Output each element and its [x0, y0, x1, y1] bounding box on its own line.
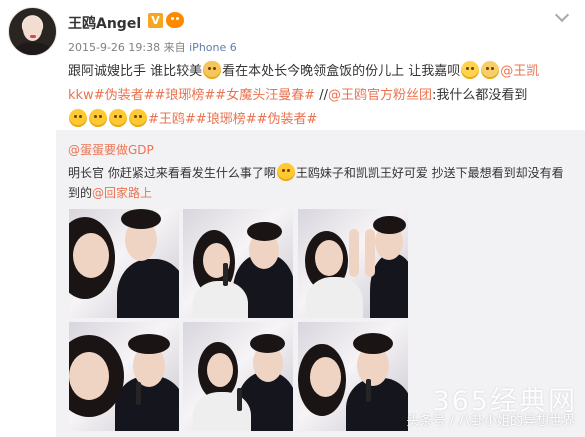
hashtag-link[interactable]: #伪装者# — [94, 88, 155, 103]
post-body: 跟阿诚嫂比手 谁比较美 看在本处长今晚领盒饭的份儿上 让我嘉呗 @王凯kkw#伪装者… — [68, 60, 574, 132]
emoji-icon — [109, 109, 127, 127]
mention-link[interactable]: @王鸥官方粉丝团 — [328, 88, 432, 103]
device-link[interactable]: iPhone 6 — [189, 41, 237, 54]
person-hair — [121, 209, 161, 229]
hashtag-link[interactable]: #女魔头汪曼春# — [215, 88, 315, 103]
chevron-down-icon[interactable] — [554, 7, 570, 23]
repost-author-link[interactable]: @蛋蛋要做GDP — [68, 141, 154, 158]
person-suit — [370, 254, 408, 318]
person-hair — [353, 333, 393, 354]
hashtag-link[interactable]: #琅琊榜# — [155, 88, 216, 103]
raised-hand — [365, 229, 375, 277]
member-icon — [166, 12, 184, 28]
person-suit — [117, 259, 179, 318]
person-face — [73, 233, 109, 278]
microphone — [237, 388, 242, 411]
hashtag-link[interactable]: #伪装者# — [257, 112, 318, 127]
person-face — [315, 240, 343, 276]
post-source-label: 来自 — [163, 41, 186, 54]
microphone — [223, 263, 228, 286]
emoji-icon — [461, 61, 480, 79]
post-meta: 2015-9-26 19:38 来自 iPhone 6 — [68, 39, 237, 55]
repost-text: 明长官 你赶紧过来看看发生什么事了啊 — [68, 166, 276, 180]
person-face — [69, 352, 109, 400]
person-hair — [128, 334, 170, 354]
repost-body: 明长官 你赶紧过来看看发生什么事了啊 王鸥妹子和凯凯王好可爱 抄送下最想看到却没有… — [68, 163, 574, 203]
repost-separator: // — [315, 88, 328, 103]
post-text: :我什么都没看到 — [432, 88, 528, 103]
avatar-coat — [14, 42, 51, 55]
mention-link[interactable]: @回家路上 — [92, 186, 152, 200]
post-text: 看在本处长今晚领盒饭的份儿上 让我嘉呗 — [222, 64, 461, 79]
person-face — [310, 357, 341, 397]
avatar-lip — [30, 35, 36, 38]
photo[interactable] — [69, 209, 179, 318]
photo[interactable] — [69, 322, 179, 431]
hashtag-link[interactable]: #王鸥# — [148, 112, 196, 127]
person-shirt — [193, 281, 248, 318]
emoji-icon — [481, 61, 500, 79]
person-suit — [346, 378, 408, 431]
photo[interactable] — [183, 209, 293, 318]
microphone — [136, 382, 141, 405]
person-shirt — [193, 392, 251, 431]
photo[interactable] — [183, 322, 293, 431]
photo[interactable] — [298, 209, 408, 318]
emoji-icon — [89, 109, 107, 127]
emoji-icon — [203, 61, 222, 79]
post-date: 2015-9-26 19:38 — [68, 41, 161, 54]
microphone — [366, 379, 371, 402]
emoji-icon — [69, 109, 87, 127]
avatar[interactable] — [8, 7, 57, 56]
source-watermark: 头条号 / 八卦小姐的异想世界 — [406, 414, 575, 429]
hashtag-link[interactable]: #琅琊榜# — [196, 112, 257, 127]
emoji-icon — [129, 109, 147, 127]
verified-badge-icon: V — [148, 13, 163, 28]
raised-hand — [349, 229, 359, 277]
person-hair — [247, 222, 282, 241]
person-hair — [250, 334, 285, 353]
photo[interactable] — [298, 322, 408, 431]
emoji-icon — [276, 163, 295, 181]
person-hair — [373, 216, 406, 234]
post-text: 跟阿诚嫂比手 谁比较美 — [68, 64, 203, 79]
person-shirt — [306, 277, 363, 318]
person-face — [207, 353, 233, 387]
username-link[interactable]: 王鸥Angel — [68, 13, 141, 33]
